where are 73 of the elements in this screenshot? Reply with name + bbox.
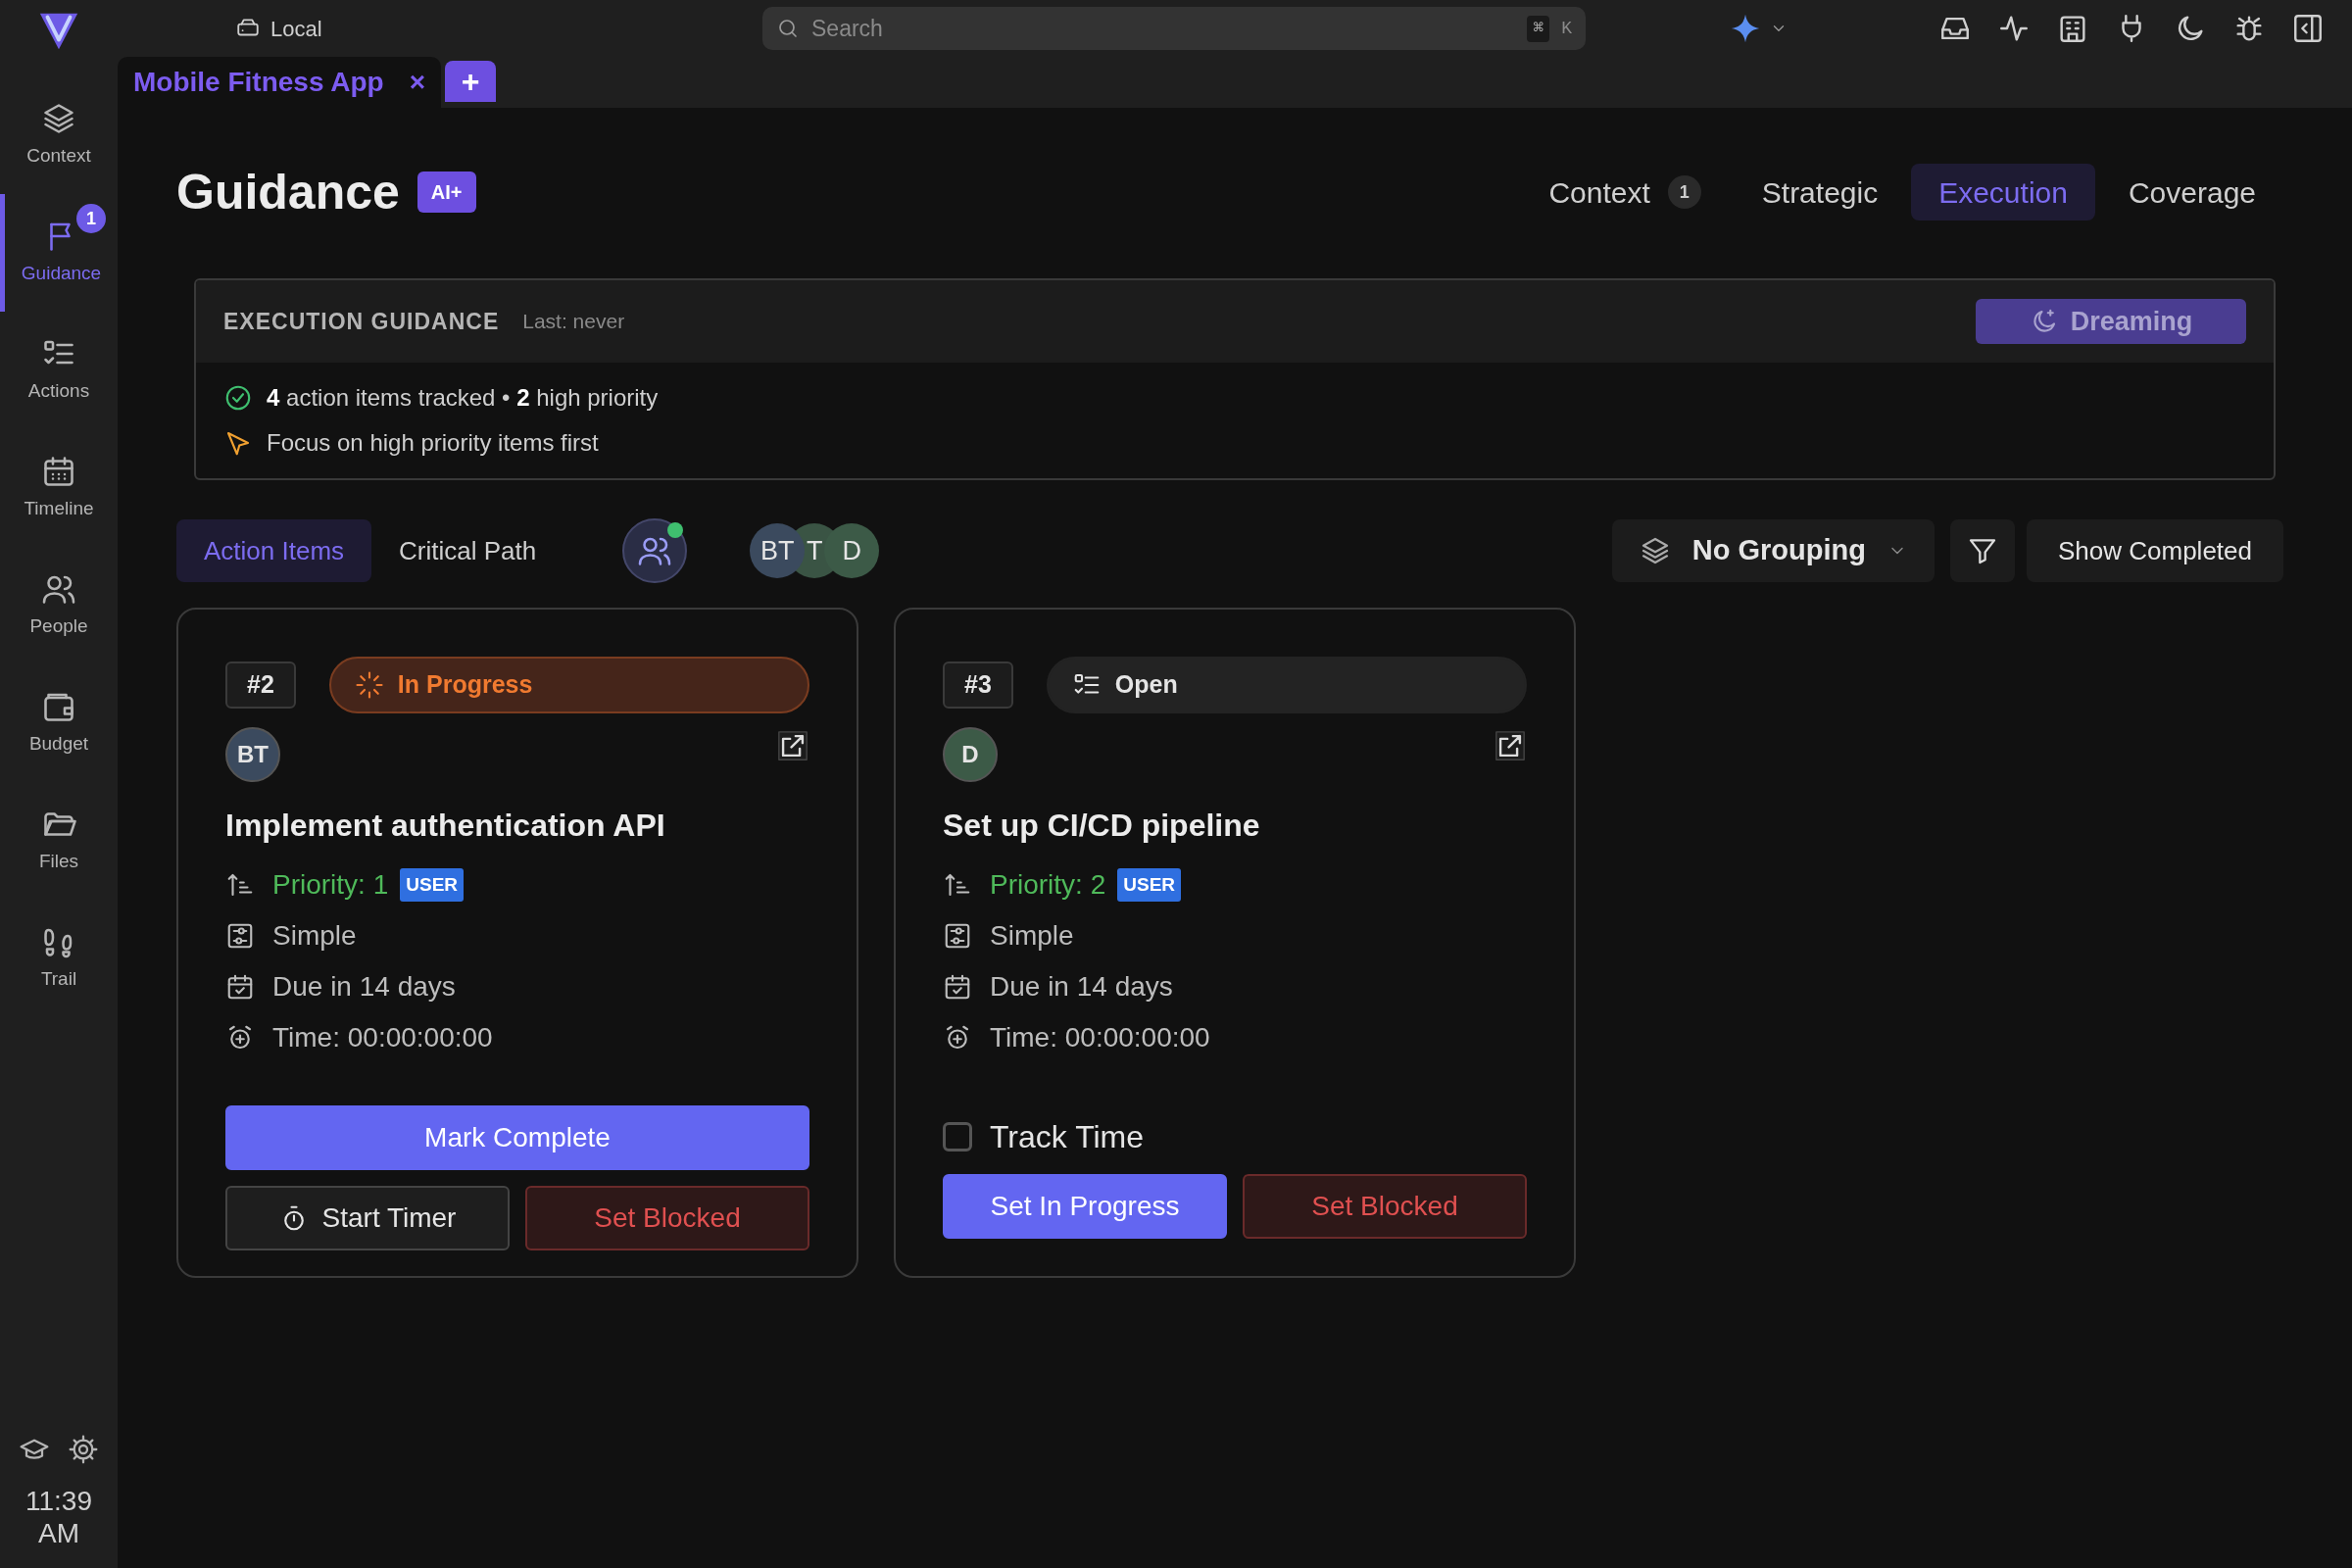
filter-button[interactable] [1950, 519, 2015, 582]
guidance-text: 4 action items tracked • 2 high priority [267, 383, 659, 413]
time-label: Time: 00:00:00:00 [990, 1021, 1210, 1054]
panel-title: EXECUTION GUIDANCE [223, 307, 500, 336]
track-time-label: Track Time [990, 1118, 1145, 1156]
source-badge: USER [1117, 868, 1182, 902]
status-badge: Open [1046, 657, 1527, 713]
sidebar-item[interactable]: Guidance 1 [0, 194, 118, 312]
primary-button[interactable]: Mark Complete [225, 1105, 809, 1170]
status-badge: In Progress [328, 657, 809, 713]
ai-badge: AI+ [416, 172, 476, 213]
guidance-text: Focus on high priority items first [267, 428, 599, 458]
last-run-label: Last: never [522, 309, 625, 335]
blocked-button[interactable]: Set Blocked [525, 1186, 809, 1250]
avatar: D [824, 523, 880, 578]
task-number: #3 [943, 662, 1013, 709]
task-title: Set up CI/CD pipeline [943, 807, 1261, 845]
avatar: BT [225, 727, 280, 782]
view-tab[interactable]: Context 1 [1521, 164, 1729, 220]
calendar-icon [225, 972, 255, 1002]
complexity-label: Simple [272, 919, 357, 953]
settings-icon[interactable] [68, 1433, 99, 1465]
external-link-icon[interactable] [1494, 729, 1527, 762]
track-time-checkbox[interactable] [943, 1122, 972, 1152]
list-tab[interactable]: Critical Path [371, 519, 564, 582]
shortcut-key: K [1561, 15, 1572, 42]
spinner-icon [354, 670, 384, 700]
view-tab[interactable]: Execution [1911, 164, 2095, 220]
workspace-label[interactable]: Local [235, 12, 322, 45]
view-tab[interactable]: Coverage [2100, 164, 2283, 220]
grouping-dropdown[interactable]: No Grouping [1611, 519, 1935, 582]
task-number: #2 [225, 662, 296, 709]
priority-label: Priority: 2 [990, 868, 1106, 902]
document-tab[interactable]: Mobile Fitness App × [118, 57, 441, 108]
start-timer-button[interactable]: Start Timer [225, 1186, 510, 1250]
external-link-icon[interactable] [776, 729, 809, 762]
sidebar-item[interactable]: People [0, 547, 118, 664]
dreaming-button[interactable]: Dreaming [1976, 299, 2246, 344]
sliders-icon [943, 921, 972, 951]
source-badge: USER [400, 868, 465, 902]
search-field[interactable]: Search [811, 7, 1516, 50]
calendar-icon [943, 972, 972, 1002]
clock-period: AM [38, 1517, 79, 1550]
avatar: D [943, 727, 998, 782]
new-tab-button[interactable]: + [445, 61, 496, 102]
close-button[interactable]: × [409, 62, 425, 103]
sidebar-item[interactable]: Files [0, 782, 118, 900]
show-completed-button[interactable]: Show Completed [2027, 519, 2283, 582]
sidebar-item[interactable]: Actions [0, 312, 118, 429]
list-tab[interactable]: Action Items [176, 519, 372, 582]
count-badge: 1 [1667, 175, 1701, 209]
view-tab[interactable]: Strategic [1734, 164, 1906, 220]
complexity-label: Simple [990, 919, 1074, 953]
count-badge: 1 [76, 204, 106, 233]
blocked-button[interactable]: Set Blocked [1243, 1174, 1527, 1239]
sidebar-item[interactable]: Context [0, 76, 118, 194]
page-title: Guidance [176, 163, 400, 221]
due-date-label: Due in 14 days [272, 970, 456, 1004]
sidebar-item[interactable]: Trail [0, 900, 118, 1017]
clock-time: 11:39 [25, 1484, 92, 1518]
sliders-icon [225, 921, 255, 951]
sidebar-item[interactable]: Timeline [0, 429, 118, 547]
primary-button[interactable]: Set In Progress [943, 1174, 1227, 1239]
search-bar[interactable]: Search ⌘ K [762, 7, 1586, 50]
sidebar-item[interactable]: Budget [0, 664, 118, 782]
priority-label: Priority: 1 [272, 868, 389, 902]
shortcut-key: ⌘ [1527, 15, 1550, 42]
task-title: Implement authentication API [225, 807, 666, 845]
time-label: Time: 00:00:00:00 [272, 1021, 493, 1054]
due-date-label: Due in 14 days [990, 970, 1173, 1004]
sidebar-toggle-icon[interactable] [2291, 12, 2325, 45]
check-circle-icon [223, 383, 253, 413]
search-icon [776, 17, 800, 40]
